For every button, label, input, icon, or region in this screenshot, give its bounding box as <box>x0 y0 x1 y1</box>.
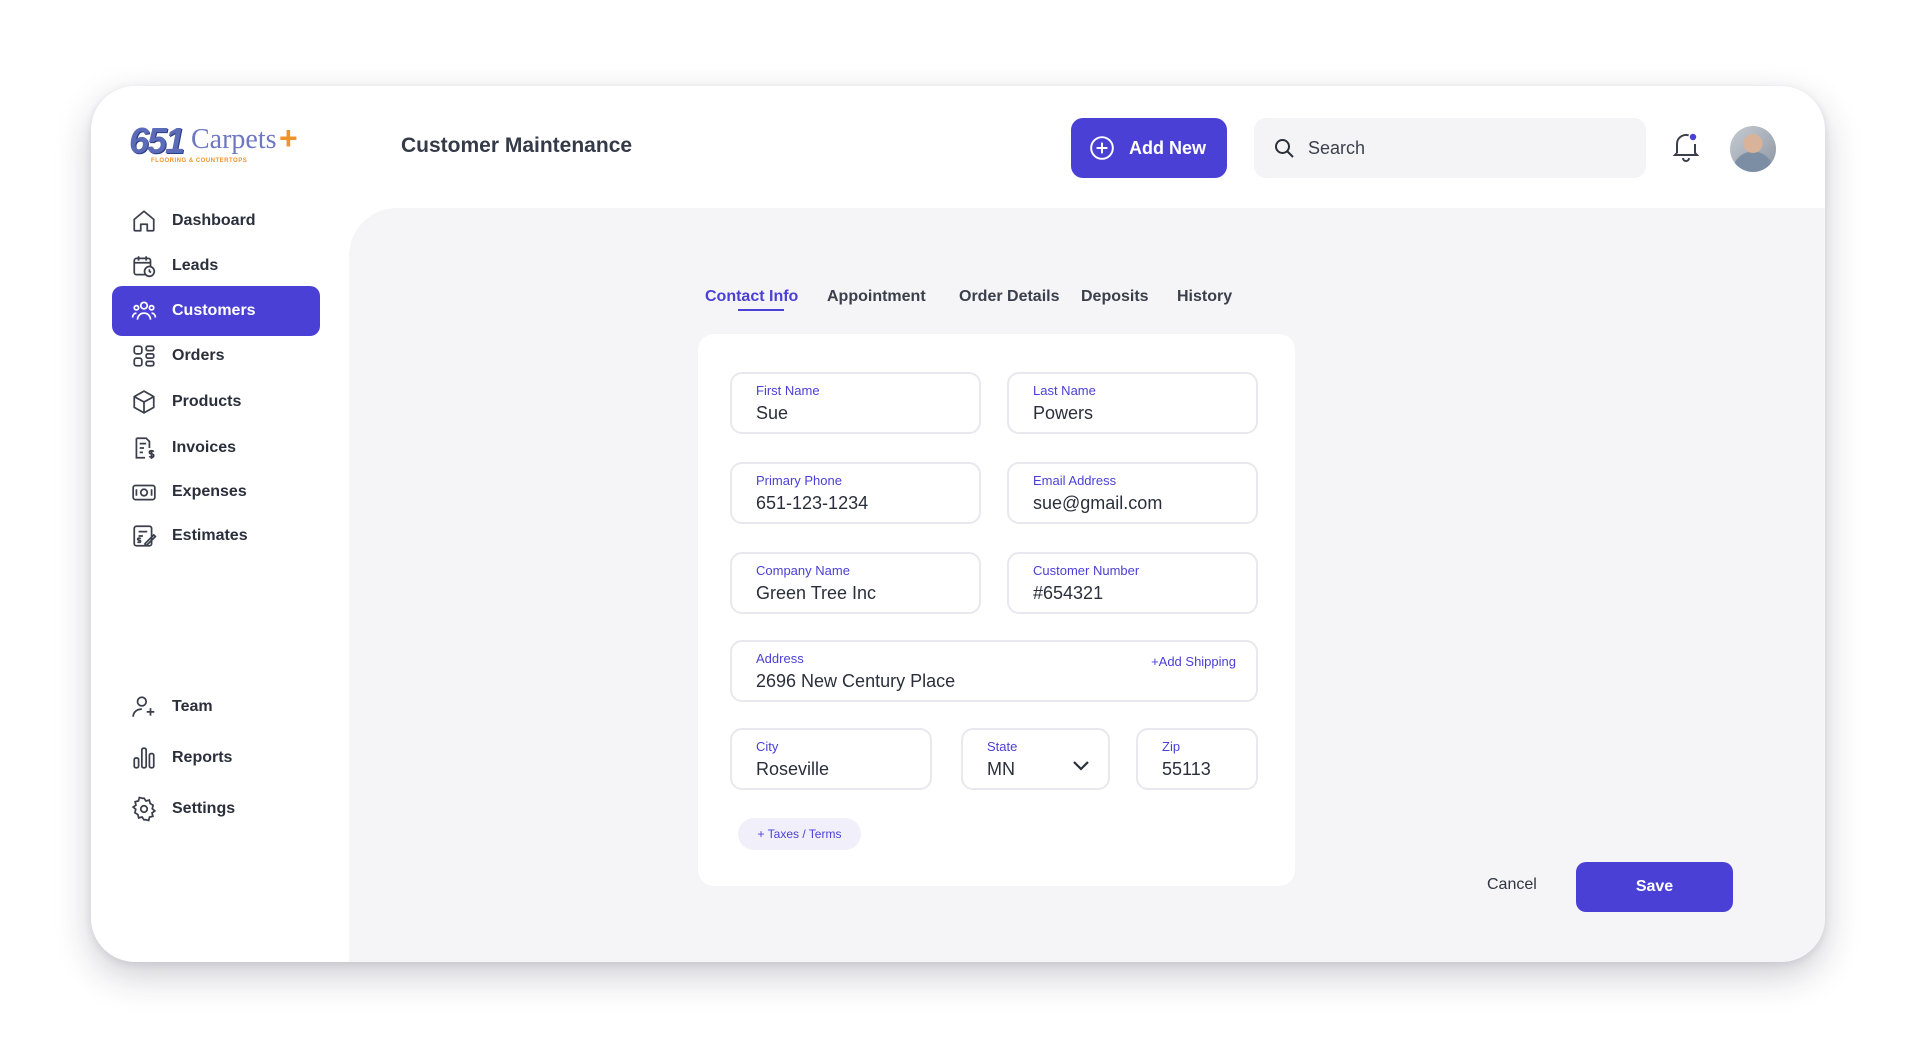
last-name-label: Last Name <box>1033 383 1096 398</box>
bar-chart-icon <box>133 747 155 769</box>
invoice-icon <box>135 437 155 459</box>
email-field[interactable]: Email Address sue@gmail.com <box>1007 462 1258 524</box>
grid-icon <box>133 345 155 367</box>
primary-phone-label: Primary Phone <box>756 473 842 488</box>
tab-contact-info[interactable]: Contact Info <box>705 288 798 306</box>
zip-label: Zip <box>1162 739 1181 754</box>
sidebar-item-dashboard[interactable]: Dashboard <box>112 196 320 246</box>
tab-history[interactable]: History <box>1177 288 1232 306</box>
page-title: Customer Maintenance <box>401 134 633 157</box>
city-field[interactable]: City Roseville <box>730 728 932 790</box>
search-box[interactable] <box>1254 118 1646 178</box>
customer-number-value: #654321 <box>1033 583 1104 603</box>
sidebar-item-reports[interactable]: Reports <box>112 733 320 783</box>
sidebar-item-label: Reports <box>172 749 233 766</box>
sidebar-item-estimates[interactable]: Estimates <box>112 511 320 561</box>
add-new-button[interactable]: Add New <box>1071 118 1227 178</box>
primary-phone-value: 651-123-1234 <box>756 493 869 513</box>
company-name-label: Company Name <box>756 563 850 578</box>
city-label: City <box>756 739 779 754</box>
sidebar-item-invoices[interactable]: Invoices <box>112 423 320 473</box>
user-plus-icon <box>132 696 155 717</box>
sidebar-item-orders[interactable]: Orders <box>112 331 320 381</box>
bell-icon[interactable] <box>1668 128 1704 164</box>
sidebar: 651 Carpets + FLOORING & COUNTERTOPS Das… <box>91 86 349 962</box>
company-name-field[interactable]: Company Name Green Tree Inc <box>730 552 981 614</box>
address-value: 2696 New Century Place <box>756 671 956 691</box>
home-icon <box>133 210 155 232</box>
add-new-label: Add New <box>1129 137 1207 158</box>
zip-value: 55113 <box>1162 759 1211 779</box>
logo-name: Carpets <box>191 124 277 155</box>
save-button[interactable]: Save <box>1576 862 1733 912</box>
notification-badge <box>1688 132 1698 142</box>
taxes-terms-button[interactable]: + Taxes / Terms <box>738 818 861 850</box>
cancel-button[interactable]: Cancel <box>1487 876 1537 894</box>
sidebar-item-customers[interactable]: Customers <box>112 286 320 336</box>
add-shipping-link[interactable]: +Add Shipping <box>1151 654 1236 669</box>
sidebar-item-expenses[interactable]: Expenses <box>112 467 320 517</box>
users-icon <box>131 301 157 320</box>
email-value: sue@gmail.com <box>1033 493 1163 513</box>
active-tab-underline <box>738 309 784 311</box>
sidebar-item-settings[interactable]: Settings <box>112 784 320 834</box>
sidebar-item-label: Team <box>172 698 213 715</box>
state-select[interactable]: State MN <box>961 728 1110 790</box>
zip-field[interactable]: Zip 55113 <box>1136 728 1258 790</box>
sidebar-item-leads[interactable]: Leads <box>112 241 320 291</box>
sidebar-item-label: Expenses <box>172 483 247 500</box>
avatar[interactable] <box>1730 126 1776 172</box>
box-icon <box>133 390 155 414</box>
sidebar-item-label: Dashboard <box>172 212 256 229</box>
tab-deposits[interactable]: Deposits <box>1081 288 1149 306</box>
tab-appointment[interactable]: Appointment <box>827 288 926 306</box>
first-name-field[interactable]: First Name Sue <box>730 372 981 434</box>
sidebar-item-label: Orders <box>172 347 225 364</box>
first-name-value: Sue <box>756 403 789 423</box>
plus-circle-icon <box>1090 136 1114 160</box>
sidebar-item-label: Invoices <box>172 439 237 456</box>
email-label: Email Address <box>1033 473 1117 488</box>
logo-plus: + <box>279 120 298 156</box>
last-name-field[interactable]: Last Name Powers <box>1007 372 1258 434</box>
search-icon <box>1275 139 1294 158</box>
sidebar-item-label: Settings <box>172 800 236 817</box>
logo-number: 651 <box>129 120 185 161</box>
sidebar-item-label: Leads <box>172 257 219 274</box>
logo[interactable]: 651 Carpets + FLOORING & COUNTERTOPS <box>129 120 304 172</box>
sidebar-item-label: Estimates <box>172 527 248 544</box>
tab-order-details[interactable]: Order Details <box>959 288 1059 306</box>
sidebar-item-products[interactable]: Products <box>112 377 320 427</box>
company-name-value: Green Tree Inc <box>756 583 877 603</box>
logo-tagline: FLOORING & COUNTERTOPS <box>151 158 248 164</box>
contact-form-card: First Name Sue Last Name Powers Primary … <box>698 334 1295 886</box>
gear-icon <box>131 796 157 822</box>
last-name-value: Powers <box>1033 403 1094 423</box>
state-label: State <box>987 739 1018 754</box>
money-icon <box>132 484 156 501</box>
sidebar-item-label: Products <box>172 393 242 410</box>
customer-number-label: Customer Number <box>1033 563 1140 578</box>
address-field[interactable]: Address 2696 New Century Place +Add Ship… <box>730 640 1258 702</box>
customer-number-field[interactable]: Customer Number #654321 <box>1007 552 1258 614</box>
chevron-down-icon <box>1073 761 1089 771</box>
estimate-icon <box>133 525 157 547</box>
calendar-clock-icon <box>133 256 156 278</box>
search-input[interactable] <box>1308 137 1608 159</box>
sidebar-item-label: Customers <box>172 302 256 319</box>
city-value: Roseville <box>756 759 830 779</box>
first-name-label: First Name <box>756 383 820 398</box>
primary-phone-field[interactable]: Primary Phone 651-123-1234 <box>730 462 981 524</box>
sidebar-item-team[interactable]: Team <box>112 682 320 732</box>
